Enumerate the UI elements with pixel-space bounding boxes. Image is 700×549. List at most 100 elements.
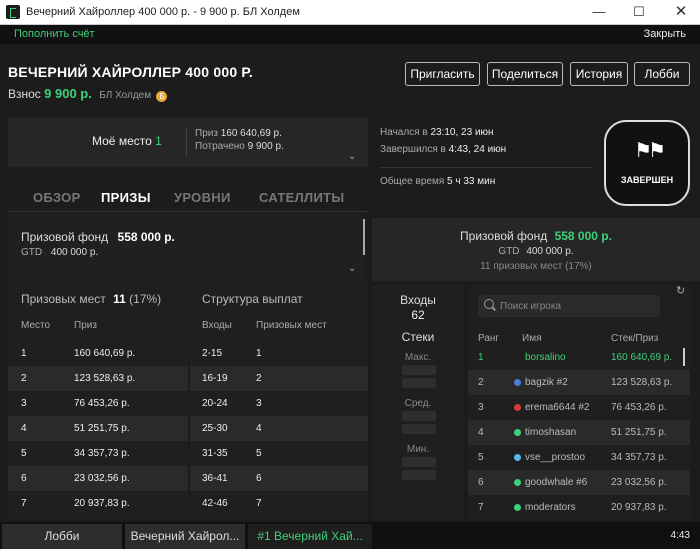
- tab-satellites[interactable]: САТЕЛЛИТЫ: [259, 190, 344, 205]
- player-name: vse__prostoo: [525, 452, 586, 463]
- started-line: Начался в 23:10, 23 июн: [380, 127, 494, 138]
- prize-pool: Призовой фонд 558 000 р.: [21, 230, 175, 244]
- table-row: 1 160 640,69 р.: [8, 341, 188, 366]
- total-time-line: Общее время 5 ч 33 мин: [380, 176, 495, 187]
- total-time-label: Общее время: [380, 176, 445, 187]
- prize-cell: 23 032,56 р.: [74, 473, 130, 484]
- entries-value: 62: [411, 308, 425, 322]
- chevron-down-icon[interactable]: ⌄: [348, 151, 356, 162]
- my-spent-value: 9 900 р.: [247, 141, 284, 152]
- places-cell: 2: [256, 373, 262, 384]
- col-entries: Входы: [202, 320, 232, 331]
- player-name: borsalino: [525, 352, 566, 363]
- table-row: 20-24 3: [190, 391, 368, 416]
- scrollbar[interactable]: [363, 219, 365, 255]
- scrollbar[interactable]: [683, 348, 685, 366]
- tab-prizes[interactable]: ПРИЗЫ: [101, 190, 151, 205]
- my-place-panel: Моё место 1 Приз 160 640,69 р. Потрачено…: [8, 117, 368, 167]
- buyin-label: Взнос: [8, 87, 41, 101]
- player-row[interactable]: 5 vse__prostoo 34 357,73 р.: [468, 445, 690, 470]
- buyin-line: Взнос 9 900 р. БЛ Холдем Б: [8, 86, 168, 102]
- payout-structure-label: Структура выплат: [202, 292, 303, 306]
- close-link[interactable]: Закрыть: [644, 28, 686, 40]
- entries-label: Входы: [400, 293, 436, 307]
- player-row[interactable]: 2 bagzik #2 123 528,63 р.: [468, 370, 690, 395]
- place-cell: 7: [21, 498, 27, 509]
- places-cell: 4: [256, 423, 262, 434]
- prize-pool-label: Призовой фонд: [21, 230, 109, 244]
- tournament-header: ВЕЧЕРНИЙ ХАЙРОЛЛЕР 400 000 Р. Взнос 9 90…: [0, 44, 700, 112]
- prize-cell: 34 357,73 р.: [74, 448, 130, 459]
- entries-panel: Входы 62 Стеки Макс. Сред. Мин.: [372, 286, 464, 520]
- stack-cell: 76 453,26 р.: [611, 402, 667, 413]
- player-row[interactable]: 3 erema6644 #2 76 453,26 р.: [468, 395, 690, 420]
- place-cell: 5: [21, 448, 27, 459]
- stacks-label: Стеки: [401, 330, 435, 344]
- gtd-value: 400 000 р.: [50, 247, 99, 258]
- table-row: 5 34 357,73 р.: [8, 441, 188, 466]
- taskbar-table-1[interactable]: Вечерний Хайрол...: [125, 524, 245, 549]
- status-dot-icon: [514, 404, 521, 411]
- status-dot-icon: [514, 504, 521, 511]
- window-title: Вечерний Хайроллер 400 000 р. - 9 900 р.…: [26, 6, 300, 18]
- divider: [186, 128, 187, 156]
- entries-cell: 42-46: [202, 498, 228, 509]
- table-row: 2 123 528,63 р.: [8, 366, 188, 391]
- entries-cell: 25-30: [202, 423, 228, 434]
- refresh-icon[interactable]: ↻: [676, 284, 685, 297]
- window-titlebar: Вечерний Хайроллер 400 000 р. - 9 900 р.…: [0, 0, 700, 25]
- taskbar-table-2[interactable]: #1 Вечерний Хай...: [248, 524, 372, 549]
- max-stack-placeholder: [402, 365, 436, 375]
- history-button[interactable]: История: [570, 62, 628, 86]
- player-name: moderators: [525, 502, 576, 513]
- prize-places-summary: 11 призовых мест (17%): [480, 261, 592, 272]
- payout-structure-table: Структура выплат Входы Призовых мест 2-1…: [190, 282, 368, 520]
- prize-pool-summary: Призовой фонд 558 000 р. GTD 400 000 р. …: [372, 218, 700, 281]
- prize-cell: 51 251,75 р.: [74, 423, 130, 434]
- bonus-coin-icon: Б: [156, 91, 168, 102]
- lobby-button[interactable]: Лобби: [634, 62, 690, 86]
- my-prize-label: Приз: [195, 128, 218, 139]
- invite-button[interactable]: Пригласить: [405, 62, 480, 86]
- close-window-icon[interactable]: ✕: [664, 0, 698, 25]
- place-cell: 6: [21, 473, 27, 484]
- player-row[interactable]: 6 goodwhale #6 23 032,56 р.: [468, 470, 690, 495]
- player-row[interactable]: 7 moderators 20 937,83 р.: [468, 495, 690, 520]
- player-row[interactable]: 1 borsalino 160 640,69 р.: [468, 345, 690, 370]
- taskbar-lobby[interactable]: Лобби: [2, 524, 122, 549]
- player-name: bagzik #2: [525, 377, 568, 388]
- tab-overview[interactable]: ОБЗОР: [33, 190, 81, 205]
- places-cell: 1: [256, 348, 262, 359]
- ended-line: Завершился в 4:43, 24 июн: [380, 144, 506, 155]
- prize-pool-value: 558 000 р.: [554, 229, 612, 243]
- col-name: Имя: [522, 333, 542, 344]
- maximize-icon[interactable]: ☐: [622, 0, 656, 25]
- stack-cell: 123 528,63 р.: [611, 377, 673, 388]
- prize-pool-panel: Призовой фонд 558 000 р. GTD 400 000 р. …: [8, 213, 365, 281]
- status-dot-icon: [514, 429, 521, 436]
- table-row: 16-19 2: [190, 366, 368, 391]
- min-stack-label: Мин.: [406, 444, 430, 455]
- prize-places-pct: (17%): [129, 292, 162, 306]
- ended-value: 4:43, 24 июн: [448, 144, 507, 155]
- tournament-name: ВЕЧЕРНИЙ ХАЙРОЛЛЕР 400 000 Р.: [8, 64, 253, 80]
- player-row[interactable]: 4 timoshasan 51 251,75 р.: [468, 420, 690, 445]
- table-row: 2-15 1: [190, 341, 368, 366]
- chevron-down-icon[interactable]: ⌄: [348, 263, 356, 274]
- minimize-icon[interactable]: —: [582, 0, 616, 25]
- prize-pool: Призовой фонд 558 000 р.: [372, 229, 700, 243]
- status-dot-icon: [514, 479, 521, 486]
- player-name: goodwhale #6: [525, 477, 588, 488]
- tab-levels[interactable]: УРОВНИ: [174, 190, 231, 205]
- deposit-link[interactable]: Пополнить счёт: [14, 28, 95, 40]
- my-spent: Потрачено 9 900 р.: [195, 141, 284, 152]
- player-search[interactable]: [478, 295, 660, 317]
- share-button[interactable]: Поделиться: [487, 62, 563, 86]
- stack-cell: 34 357,73 р.: [611, 452, 667, 463]
- table-row: 4 51 251,75 р.: [8, 416, 188, 441]
- search-input[interactable]: [500, 295, 655, 317]
- table-row: 7 20 937,83 р.: [8, 491, 188, 516]
- entries-cell: 31-35: [202, 448, 228, 459]
- prize-cell: 160 640,69 р.: [74, 348, 136, 359]
- tabs-bar: ОБЗОР ПРИЗЫ УРОВНИ САТЕЛЛИТЫ: [8, 176, 368, 212]
